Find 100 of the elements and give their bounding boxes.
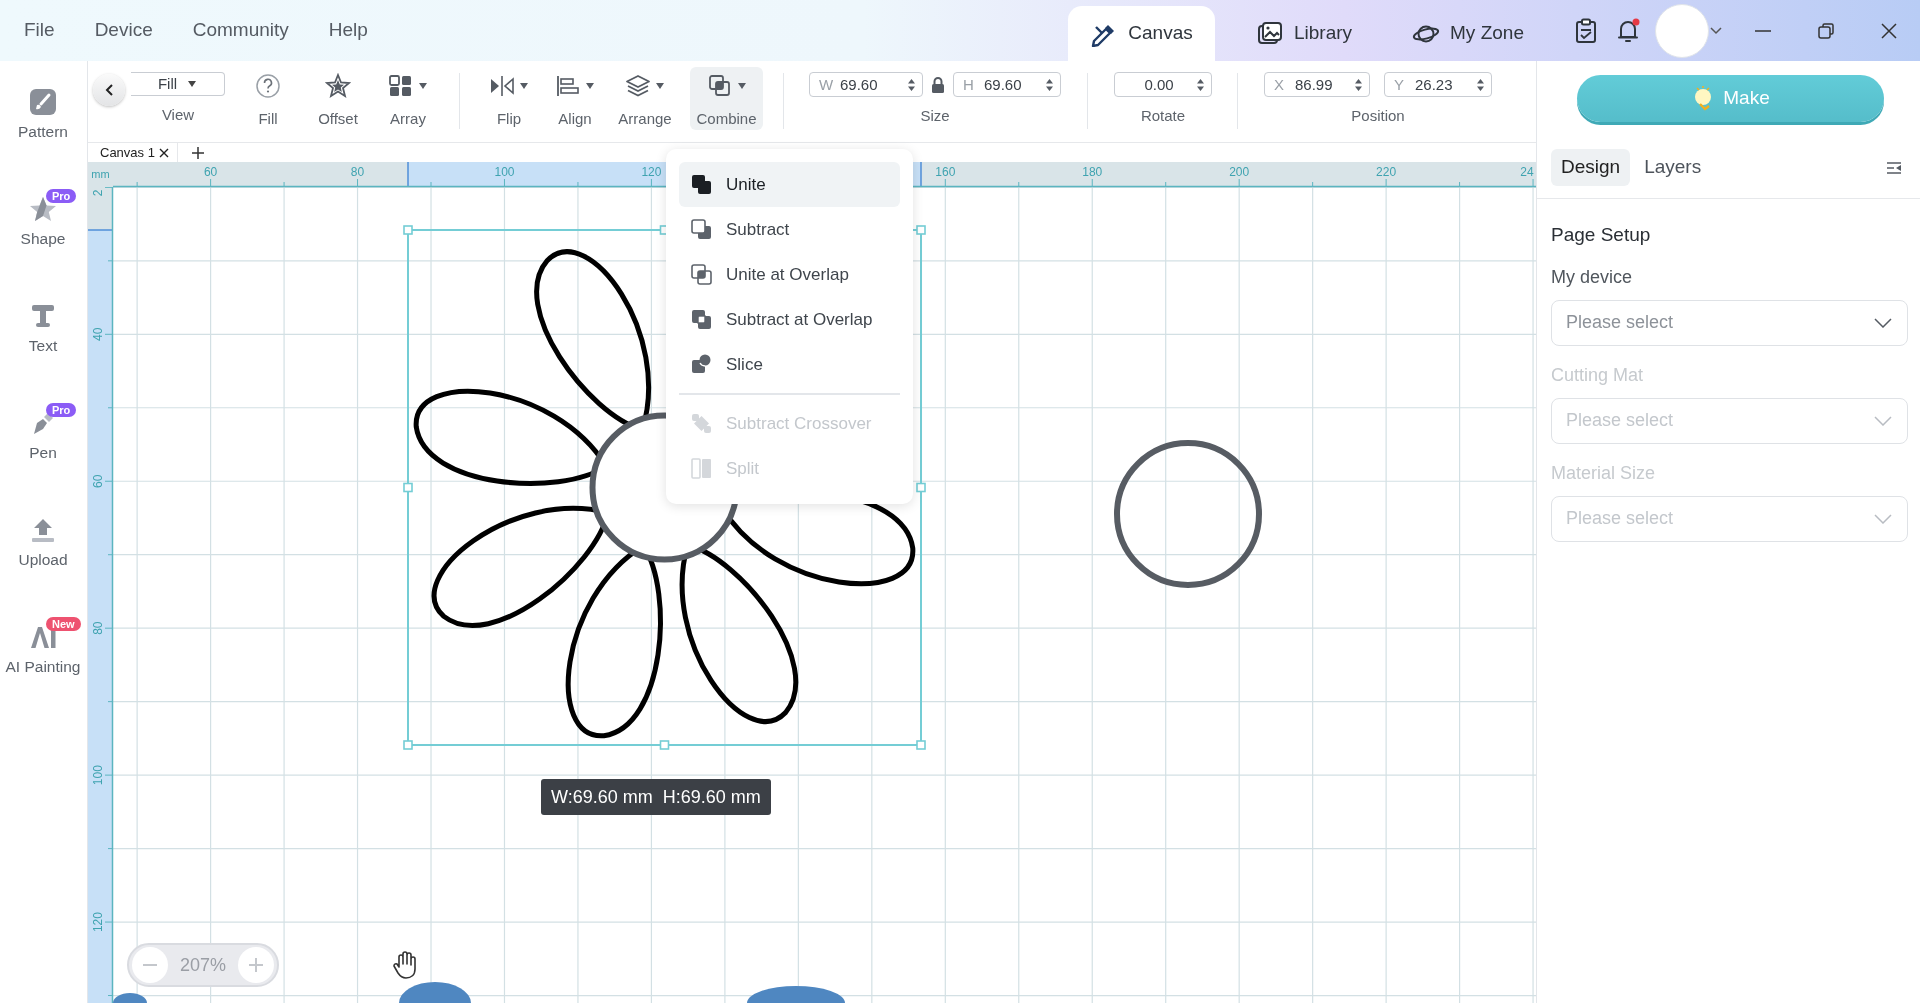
slice-icon [691,354,712,375]
close-icon [1880,22,1897,39]
mode-tab[interactable]: Canvas [1068,6,1215,61]
dimension-tooltip: W:69.60 mm H:69.60 mm [541,779,771,815]
zoom-level: 207% [179,953,226,977]
caret-down-icon [655,82,665,91]
plus-icon [249,958,263,972]
panel-tab[interactable]: Design [1551,149,1631,186]
field-prefix: W [819,75,834,94]
mode-tab[interactable]: My Zone [1393,6,1543,61]
ruler-label: 120 [91,912,105,933]
back-button[interactable] [93,74,125,106]
ruler-label: 160 [935,165,956,179]
field-prefix: Y [1394,75,1404,94]
text-icon [29,302,57,330]
mode-tab[interactable]: Library [1215,6,1393,61]
toolbar-tool[interactable]: Fill [233,67,303,130]
partial-shape[interactable] [747,986,845,1003]
restore-icon [1817,22,1834,39]
ruler-label: 40 [91,327,105,341]
ruler-label: 24 [1520,165,1534,179]
subtract-icon [691,219,712,240]
rotate-field[interactable]: 0.00 [1114,72,1212,97]
menu-item[interactable]: Subtract at Overlap [679,297,900,342]
badge: Pro [46,403,77,417]
brush-icon [29,88,57,116]
menu-item[interactable]: Help [328,16,388,45]
caret-down-icon [585,82,595,91]
spinner-icon[interactable] [1476,78,1485,92]
section-title: Page Setup [1551,223,1652,247]
menu-item[interactable]: Community [192,16,309,45]
ruler-label: 120 [641,165,662,179]
ruler-label: 220 [1376,165,1397,179]
toolbar-tool[interactable]: Align [544,67,606,130]
help-icon [255,73,281,100]
menu-item[interactable]: File [24,16,75,45]
field-prefix: X [1274,75,1284,94]
star-outline-icon [325,73,351,100]
toolbar-tool[interactable]: Combine [690,67,763,130]
clipboard-icon [1575,17,1597,44]
ruler-label: 80 [350,165,365,179]
toolbar-tool[interactable]: Flip [474,67,544,130]
menu-item[interactable]: Device [94,16,173,45]
minus-icon [143,964,157,966]
partial-shape[interactable] [113,993,147,1003]
badge: Pro [46,189,77,203]
lock-icon[interactable] [930,75,946,94]
image-icon [1255,20,1284,47]
toolbar-tool[interactable]: Array [373,67,443,130]
overlap-icon [691,264,712,285]
rotate-label: Rotate [1140,106,1186,126]
menu-item[interactable]: Unite [679,162,900,207]
spinner-icon[interactable] [1196,78,1205,92]
spinner-icon[interactable] [1045,78,1054,92]
select-field[interactable]: Please select [1551,299,1908,346]
spinner-icon[interactable] [1354,78,1363,92]
ruler-label: 60 [203,165,218,179]
caret-down-icon [736,82,747,91]
field-prefix: H [963,75,974,94]
plus-icon [191,146,204,159]
menu-item[interactable]: Slice [679,342,900,387]
chevron-down-icon[interactable] [1709,25,1723,36]
ruler-label: 2 [91,189,105,197]
toolbar-tool[interactable]: Offset [303,67,373,130]
position-label: Position [1351,106,1405,126]
ruler-label: 60 [91,474,105,488]
circle-shape[interactable] [1114,440,1262,588]
spinner-icon[interactable] [907,78,916,92]
menu-item[interactable]: Unite at Overlap [679,252,900,297]
unit-label: mm [91,168,110,180]
chevron-down-icon[interactable] [1874,317,1892,328]
caret-down-icon [418,82,428,91]
chevron-left-icon [104,83,114,97]
field-label: Material Size [1551,461,1657,485]
collapse-panel-icon[interactable] [1886,160,1902,175]
ruler-label: 80 [91,621,105,635]
badge: New [46,617,81,631]
minimize-icon [1754,29,1771,32]
crossover-icon [691,413,712,434]
ruler-label: 200 [1229,165,1250,179]
sidebar-tool[interactable]: Text [0,302,86,356]
close-icon[interactable] [158,147,169,158]
partial-shape[interactable] [399,982,471,1003]
sidebar-tool[interactable]: Upload [0,516,86,570]
overlap-icon [691,309,712,330]
ruler-label: 180 [1082,165,1103,179]
menu-item[interactable]: Subtract [679,207,900,252]
toolbar-tool[interactable]: Arrange [606,67,684,130]
ruler-label: 100 [494,165,515,179]
unite-icon [691,174,712,195]
split-icon [691,458,712,479]
caret-down-icon [519,82,529,91]
field-label: Cutting Mat [1551,363,1645,387]
size-label: Size [920,106,950,126]
view-label: View [161,105,195,125]
upload-icon [29,516,57,544]
panel-tab[interactable]: Layers [1634,149,1712,186]
ruler-label: 100 [91,765,105,786]
view-select[interactable]: Fill [131,72,225,96]
sidebar-tool[interactable]: Pattern [0,88,86,142]
